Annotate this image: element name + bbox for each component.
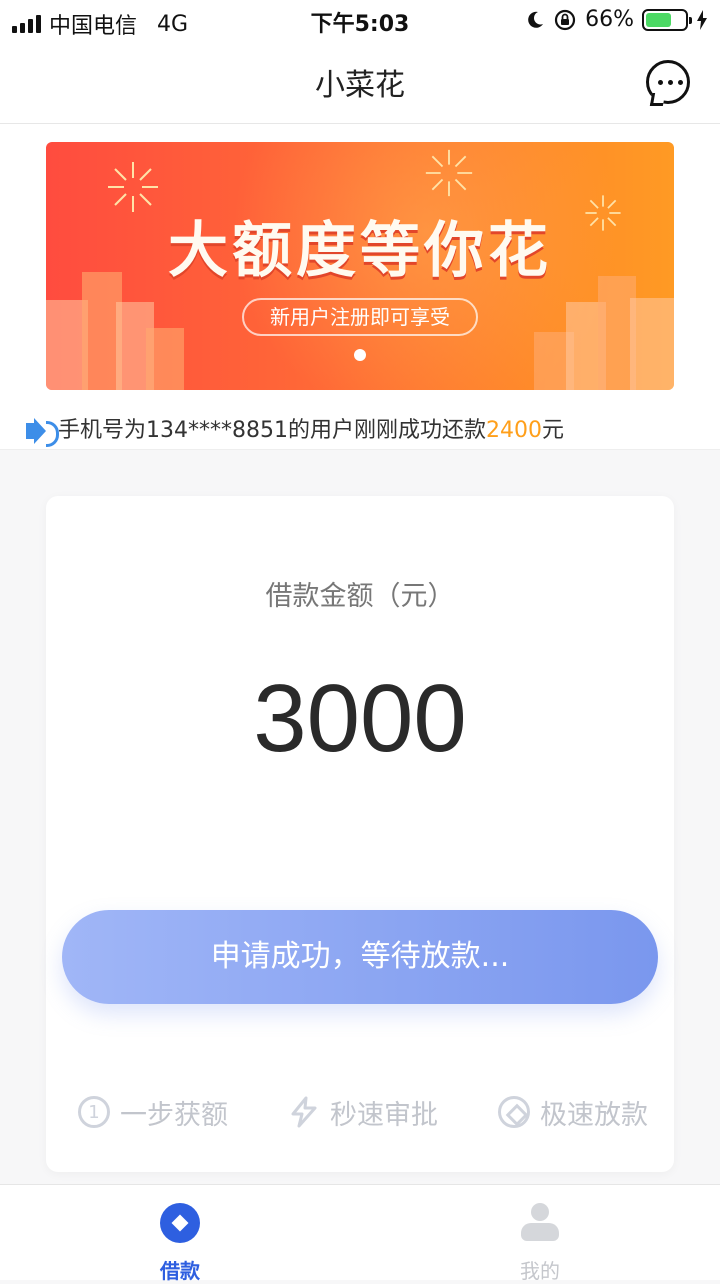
rotation-lock-icon <box>554 9 576 30</box>
step-one-icon: 1 <box>78 1096 110 1128</box>
feature-item-approval: 秒速审批 <box>288 1092 438 1132</box>
chat-dots <box>658 80 683 85</box>
loan-icon <box>160 1203 200 1243</box>
banner-headline: 大额度等你花 <box>168 216 552 286</box>
loan-card: 借款金额（元） 3000 申请成功，等待放款... 1 一步获额 秒速审批 极速… <box>46 496 674 1172</box>
banner-section: 大额度等你花 新用户注册即可享受 <box>0 124 720 410</box>
notice-amount: 2400 <box>485 418 542 443</box>
battery-fill <box>646 12 672 27</box>
notice-text: 手机号为134****8851的用户刚刚成功还款2400元 <box>58 412 564 444</box>
feature-label: 一步获额 <box>120 1099 228 1131</box>
lightning-icon <box>291 1096 317 1128</box>
moon-icon <box>528 11 544 28</box>
chat-bubble-icon[interactable] <box>646 60 690 104</box>
diamond-icon <box>498 1096 530 1128</box>
feature-label: 极速放款 <box>540 1099 648 1131</box>
tab-bar: 借款 我的 <box>0 1184 720 1283</box>
building-shape <box>630 298 674 390</box>
building-shape <box>146 328 184 390</box>
promo-banner[interactable]: 大额度等你花 新用户注册即可享受 <box>46 142 674 390</box>
user-icon <box>520 1203 560 1243</box>
speaker-icon <box>26 418 59 447</box>
tab-mine[interactable]: 我的 <box>480 1185 600 1283</box>
feature-item-disburse: 极速放款 <box>498 1092 648 1132</box>
nav-bar: 小菜花 <box>0 40 720 124</box>
page-title: 小菜花 <box>315 68 405 103</box>
feature-item-step: 1 一步获额 <box>78 1092 228 1132</box>
banner-page-indicator[interactable] <box>354 349 366 361</box>
feature-label: 秒速审批 <box>330 1099 438 1131</box>
apply-status-button[interactable]: 申请成功，等待放款... <box>62 910 658 1004</box>
status-bar: 中国电信 4G 下午5:03 66% <box>0 0 720 40</box>
notice-unit: 元 <box>541 418 564 443</box>
loan-amount-value: 3000 <box>253 665 467 772</box>
notice-prefix: 手机号为134****8851的用户刚刚成功还款 <box>58 418 486 443</box>
repayment-notice: 手机号为134****8851的用户刚刚成功还款2400元 <box>0 410 720 450</box>
firework-icon <box>425 149 473 197</box>
banner-subline: 新用户注册即可享受 <box>242 298 478 336</box>
battery-percent: 66% <box>585 7 634 32</box>
battery-icon <box>642 8 692 31</box>
status-right: 66% <box>525 7 708 32</box>
loan-amount-label: 借款金额（元） <box>265 581 455 612</box>
charging-icon <box>697 9 707 30</box>
tab-loan[interactable]: 借款 <box>120 1185 240 1283</box>
feature-list: 1 一步获额 秒速审批 极速放款 <box>46 1092 674 1132</box>
